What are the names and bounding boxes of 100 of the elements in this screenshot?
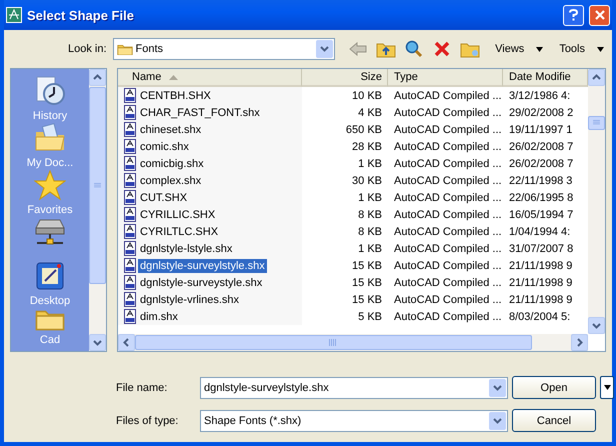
table-cell-text: AutoCAD Compiled ... bbox=[393, 258, 503, 274]
open-options-button[interactable] bbox=[600, 376, 614, 399]
tools-menu[interactable]: Tools bbox=[557, 43, 606, 55]
file-row[interactable]: dim.shx 5 KB AutoCAD Compiled ... 8/03/2004 5: bbox=[118, 308, 588, 325]
desktop-icon bbox=[34, 260, 66, 292]
table-cell-text: AutoCAD Compiled ... bbox=[393, 310, 503, 324]
file-row[interactable]: CENTBH.SHX 10 KB AutoCAD Compiled ... 3/12/1986 4: bbox=[118, 87, 588, 104]
clock-document-icon bbox=[34, 75, 66, 107]
close-icon bbox=[594, 10, 604, 20]
caret-icon bbox=[536, 46, 544, 52]
table-cell-text: 5 KB bbox=[357, 310, 383, 324]
shx-file-icon bbox=[124, 292, 136, 307]
file-row[interactable]: chineset.shx 650 KB AutoCAD Compiled ... 19/11/1997 1 bbox=[118, 121, 588, 138]
file-name: CUT.SHX bbox=[139, 190, 188, 204]
caret-icon bbox=[493, 418, 502, 424]
caret-icon bbox=[604, 385, 610, 390]
table-cell-text: 15 KB bbox=[351, 258, 383, 274]
file-row[interactable]: comic.shx 28 KB AutoCAD Compiled ... 26/02/2008 7 bbox=[118, 138, 588, 155]
table-cell-text: 10 KB bbox=[351, 88, 383, 104]
table-cell-text: AutoCAD Compiled ... bbox=[393, 208, 503, 222]
table-cell-text: 22/06/1995 8 bbox=[508, 190, 574, 206]
help-button[interactable] bbox=[563, 4, 584, 26]
star-icon bbox=[34, 169, 66, 201]
column-header[interactable]: Size bbox=[302, 69, 388, 87]
table-cell-text: 4 KB bbox=[357, 106, 383, 120]
scrollbar[interactable] bbox=[588, 69, 605, 334]
file-name: complex.shx bbox=[139, 174, 202, 188]
shx-file-icon bbox=[124, 190, 136, 205]
table-cell-text: 16/05/1994 7 bbox=[508, 208, 574, 222]
sort-icon bbox=[169, 74, 178, 80]
folder-icon bbox=[116, 42, 133, 56]
file-row[interactable]: comicbig.shx 1 KB AutoCAD Compiled ... 26/02/2008 7 bbox=[118, 155, 588, 172]
table-cell-text: AutoCAD Compiled ... bbox=[393, 292, 503, 308]
grip-icon bbox=[329, 339, 338, 346]
caret-icon bbox=[493, 384, 502, 390]
file-row[interactable]: complex.shx 30 KB AutoCAD Compiled ... 22/11/1998 3 bbox=[118, 172, 588, 189]
look-in-dropdown[interactable]: Fonts bbox=[112, 38, 336, 60]
table-cell-text: 31/07/2007 8 bbox=[508, 242, 574, 256]
file-row[interactable]: dgnlstyle-vrlines.shx 15 KB AutoCAD Compiled ... 21/11/1998 9 bbox=[118, 291, 588, 308]
file-row[interactable]: CYRILTLC.SHX 8 KB AutoCAD Compiled ... 1/04/1994 4: bbox=[118, 223, 588, 240]
shx-file-icon bbox=[124, 88, 136, 103]
table-cell-text: 8 KB bbox=[357, 224, 383, 240]
table-cell-text: AutoCAD Compiled ... bbox=[393, 122, 503, 138]
file-row[interactable]: dgnlstyle-lstyle.shx 1 KB AutoCAD Compiled ... 31/07/2007 8 bbox=[118, 240, 588, 257]
column-header[interactable]: Date Modifie bbox=[503, 69, 588, 87]
file-name: dgnlstyle-lstyle.shx bbox=[139, 242, 234, 256]
dropdown-button[interactable] bbox=[489, 378, 506, 396]
table-cell-text: 28 KB bbox=[351, 140, 383, 154]
dropdown-button[interactable] bbox=[489, 412, 506, 430]
table-cell-text: AutoCAD Compiled ... bbox=[393, 106, 503, 120]
table-cell-text: 8/03/2004 5: bbox=[508, 310, 572, 324]
file-name: CENTBH.SHX bbox=[139, 88, 212, 102]
look-in-label: Look in: bbox=[66, 43, 108, 55]
grip-icon bbox=[94, 182, 101, 189]
scroll-thumb[interactable] bbox=[135, 335, 532, 350]
shx-file-icon bbox=[124, 258, 136, 273]
scrollbar[interactable] bbox=[89, 69, 106, 351]
table-cell-text: AutoCAD Compiled ... bbox=[393, 88, 503, 104]
column-header[interactable]: Name bbox=[118, 69, 302, 87]
file-name: comicbig.shx bbox=[139, 156, 205, 170]
scroll-thumb[interactable] bbox=[89, 87, 106, 284]
table-cell-text: AutoCAD Compiled ... bbox=[393, 156, 503, 172]
file-type-label: Files of type: bbox=[116, 414, 180, 426]
table-cell-text: 1 KB bbox=[357, 156, 383, 172]
file-row[interactable]: CHAR_FAST_FONT.shx 4 KB AutoCAD Compiled ... 29/02/2008 2 bbox=[118, 104, 588, 121]
dropdown-button[interactable] bbox=[316, 40, 334, 58]
shx-file-icon bbox=[124, 207, 136, 222]
file-type-dropdown[interactable]: Shape Fonts (*.shx) bbox=[200, 410, 508, 432]
table-cell-text: 1 KB bbox=[357, 242, 383, 256]
file-name: dim.shx bbox=[139, 310, 179, 324]
table-cell-text: 1/04/1994 4: bbox=[508, 224, 572, 240]
close-button[interactable] bbox=[589, 4, 610, 26]
table-cell-text: 650 KB bbox=[344, 122, 383, 138]
file-row[interactable]: CUT.SHX 1 KB AutoCAD Compiled ... 22/06/1995 8 bbox=[118, 189, 588, 206]
shx-file-icon bbox=[124, 173, 136, 188]
table-cell-text: 1 KB bbox=[357, 190, 383, 206]
horizontal-scrollbar[interactable] bbox=[118, 334, 588, 351]
table-cell-text: 29/02/2008 2 bbox=[508, 106, 574, 120]
table-cell-text: 26/02/2008 7 bbox=[508, 140, 574, 154]
column-header[interactable]: Type bbox=[388, 69, 503, 87]
cancel-button[interactable]: Cancel bbox=[512, 409, 596, 432]
scroll-thumb[interactable] bbox=[588, 116, 605, 130]
table-cell-text: 30 KB bbox=[351, 174, 383, 188]
table-cell-text: 8 KB bbox=[357, 208, 383, 222]
file-name-field[interactable]: dgnlstyle-surveylstyle.shx bbox=[200, 376, 508, 398]
views-menu[interactable]: Views bbox=[493, 43, 546, 55]
table-cell-text: AutoCAD Compiled ... bbox=[393, 190, 503, 206]
file-row[interactable]: CYRILLIC.SHX 8 KB AutoCAD Compiled ... 16/05/1994 7 bbox=[118, 206, 588, 223]
table-cell-text: 21/11/1998 9 bbox=[508, 276, 574, 290]
caret-icon bbox=[320, 46, 330, 52]
file-name: dgnlstyle-surveystyle.shx bbox=[139, 276, 264, 290]
file-row[interactable]: dgnlstyle-surveystyle.shx 15 KB AutoCAD Compiled ... 21/11/1998 9 bbox=[118, 274, 588, 291]
shx-file-icon bbox=[124, 105, 136, 120]
open-button[interactable]: Open bbox=[512, 376, 596, 399]
table-cell-text: 26/02/2008 7 bbox=[508, 156, 574, 172]
help-icon bbox=[569, 9, 578, 21]
shx-file-icon bbox=[124, 156, 136, 171]
app-icon bbox=[6, 7, 22, 23]
shx-file-icon bbox=[124, 241, 136, 256]
file-row[interactable]: dgnlstyle-surveylstyle.shx 15 KB AutoCAD Compiled ... 21/11/1998 9 bbox=[118, 257, 588, 274]
